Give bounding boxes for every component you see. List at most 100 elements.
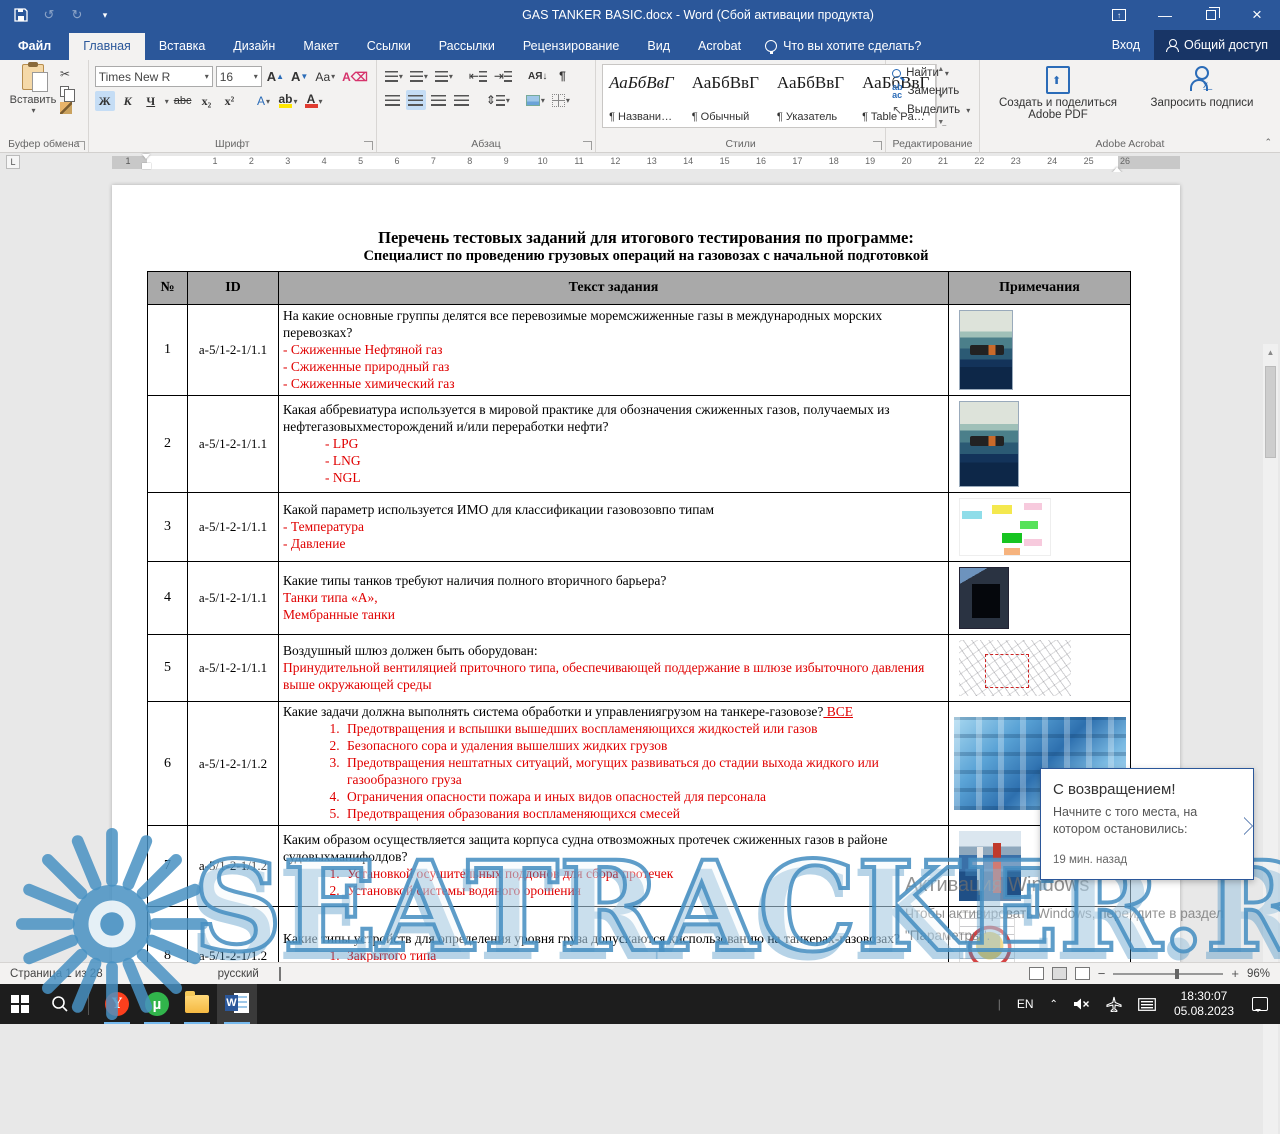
language-indicator[interactable]: русский bbox=[208, 968, 269, 980]
change-case-button[interactable]: Аа▾ bbox=[313, 67, 337, 87]
collapse-ribbon-icon[interactable]: ⌃ bbox=[1264, 137, 1272, 148]
line-spacing-icon[interactable]: ⇕▾ bbox=[484, 90, 512, 110]
welcome-back-popup[interactable]: С возвращением! Начните с того места, на… bbox=[1040, 768, 1254, 880]
font-color-button[interactable]: А▾ bbox=[303, 91, 325, 111]
customize-qat-icon[interactable]: ▾ bbox=[96, 6, 114, 24]
ribbon-display-options-icon[interactable]: ↑ bbox=[1096, 0, 1142, 30]
font-dialog-launcher-icon[interactable] bbox=[364, 141, 373, 150]
airplane-mode-icon[interactable] bbox=[1100, 984, 1128, 1024]
cut-icon[interactable]: ✂ bbox=[60, 67, 72, 81]
redo-icon[interactable]: ↻ bbox=[68, 6, 86, 24]
question-cell[interactable]: Каким образом осуществляется защита корп… bbox=[279, 826, 949, 907]
style-normal[interactable]: АаБбВвГ ¶ Обычный bbox=[692, 69, 759, 123]
scroll-up-icon[interactable]: ▲ bbox=[1263, 344, 1278, 360]
start-button[interactable] bbox=[0, 984, 40, 1024]
question-cell[interactable]: На какие основные группы делятся все пер… bbox=[279, 305, 949, 396]
question-cell[interactable]: Какая аббревиатура используется в мирово… bbox=[279, 396, 949, 493]
utorrent-icon[interactable]: µ bbox=[137, 984, 177, 1024]
word-taskbar-icon[interactable]: W bbox=[217, 984, 257, 1024]
save-icon[interactable] bbox=[12, 6, 30, 24]
tell-me-box[interactable]: Что вы хотите сделать? bbox=[755, 33, 931, 60]
tab-layout[interactable]: Макет bbox=[289, 33, 352, 60]
clock[interactable]: 18:30:07 05.08.2023 bbox=[1166, 989, 1242, 1019]
tab-file[interactable]: Файл bbox=[0, 33, 69, 60]
shading-icon[interactable]: ▾ bbox=[524, 90, 547, 110]
tab-home[interactable]: Главная bbox=[69, 33, 145, 60]
clipboard-dialog-launcher-icon[interactable] bbox=[76, 141, 85, 150]
align-center-icon[interactable] bbox=[406, 90, 426, 110]
minimize-button[interactable]: — bbox=[1142, 0, 1188, 30]
font-name-combo[interactable]: Times New R▾ bbox=[95, 66, 213, 87]
tab-acrobat[interactable]: Acrobat bbox=[684, 33, 755, 60]
tab-references[interactable]: Ссылки bbox=[353, 33, 425, 60]
scrollbar-thumb[interactable] bbox=[1265, 366, 1276, 458]
indent-marker[interactable] bbox=[142, 154, 151, 170]
grow-font-button[interactable]: А▲ bbox=[265, 67, 286, 87]
tab-insert[interactable]: Вставка bbox=[145, 33, 219, 60]
align-left-icon[interactable] bbox=[383, 90, 403, 110]
bullet-list-icon[interactable]: ▾ bbox=[383, 66, 405, 86]
proofing-icon[interactable] bbox=[269, 968, 291, 980]
shrink-font-button[interactable]: А▼ bbox=[289, 67, 310, 87]
style-index[interactable]: АаБбВвГ ¶ Указатель bbox=[777, 69, 844, 123]
zoom-level[interactable]: 96% bbox=[1247, 968, 1270, 980]
font-size-combo[interactable]: 16▾ bbox=[216, 66, 262, 87]
hidden-icons-chevron[interactable]: ⌃ bbox=[1044, 984, 1064, 1024]
styles-dialog-launcher-icon[interactable] bbox=[873, 141, 882, 150]
show-marks-icon[interactable]: ¶ bbox=[552, 66, 572, 86]
paste-button[interactable]: Вставить ▾ bbox=[6, 64, 60, 115]
italic-button[interactable]: К bbox=[118, 91, 138, 111]
input-language-indicator[interactable]: EN bbox=[1011, 984, 1040, 1024]
highlight-color-button[interactable]: ab▾ bbox=[276, 91, 299, 111]
borders-icon[interactable]: ▾ bbox=[550, 90, 572, 110]
paragraph-dialog-launcher-icon[interactable] bbox=[583, 141, 592, 150]
select-button[interactable]: ↖Выделить▾ bbox=[892, 103, 973, 117]
taskbar-search-icon[interactable] bbox=[40, 984, 80, 1024]
tab-design[interactable]: Дизайн bbox=[219, 33, 289, 60]
request-signatures-button[interactable]: Запросить подписи bbox=[1138, 66, 1266, 121]
style-title[interactable]: АаБбВвГ ¶ Названи… bbox=[609, 69, 674, 123]
find-button[interactable]: Найти▾ bbox=[892, 67, 973, 79]
increase-indent-icon[interactable]: ⇥ bbox=[492, 66, 514, 86]
strikethrough-button[interactable]: abc bbox=[172, 91, 194, 111]
underline-button[interactable]: Ч bbox=[141, 91, 161, 111]
question-cell[interactable]: Какие типы танков требуют наличия полног… bbox=[279, 562, 949, 635]
text-effects-button[interactable]: А▾ bbox=[253, 91, 273, 111]
clear-formatting-icon[interactable]: А⌫ bbox=[340, 67, 370, 87]
close-button[interactable]: × bbox=[1234, 0, 1280, 30]
sign-in-button[interactable]: Вход bbox=[1098, 38, 1154, 52]
read-mode-icon[interactable] bbox=[1029, 967, 1044, 980]
justify-icon[interactable] bbox=[452, 90, 472, 110]
horizontal-ruler[interactable]: 1234567891011121314151617181920212223242… bbox=[0, 153, 1280, 172]
format-painter-icon[interactable] bbox=[60, 101, 72, 115]
multilevel-list-icon[interactable]: ▾ bbox=[433, 66, 455, 86]
decrease-indent-icon[interactable]: ⇤ bbox=[467, 66, 489, 86]
question-cell[interactable]: Какие задачи должна выполнять система об… bbox=[279, 702, 949, 826]
bold-button[interactable]: Ж bbox=[95, 91, 115, 111]
tab-mailings[interactable]: Рассылки bbox=[425, 33, 509, 60]
popup-time-ago[interactable]: 19 мин. назад bbox=[1053, 854, 1241, 866]
create-pdf-button[interactable]: Создать и поделиться Adobe PDF bbox=[994, 66, 1122, 121]
touch-keyboard-icon[interactable] bbox=[1132, 984, 1162, 1024]
tab-review[interactable]: Рецензирование bbox=[509, 33, 634, 60]
action-center-icon[interactable] bbox=[1246, 984, 1274, 1024]
tab-view[interactable]: Вид bbox=[633, 33, 684, 60]
copy-icon[interactable] bbox=[60, 84, 72, 98]
restore-button[interactable] bbox=[1188, 0, 1234, 30]
document-page[interactable]: Перечень тестовых заданий для итогового … bbox=[112, 185, 1180, 975]
web-layout-icon[interactable] bbox=[1075, 967, 1090, 980]
zoom-out-icon[interactable]: − bbox=[1098, 966, 1106, 981]
zoom-in-icon[interactable]: + bbox=[1231, 966, 1239, 981]
file-explorer-icon[interactable] bbox=[177, 984, 217, 1024]
numbered-list-icon[interactable]: ▾ bbox=[408, 66, 430, 86]
tab-stop-selector[interactable]: L bbox=[6, 155, 20, 169]
share-button[interactable]: Общий доступ bbox=[1154, 30, 1280, 60]
question-cell[interactable]: Воздушный шлюз должен быть оборудован:Пр… bbox=[279, 635, 949, 702]
zoom-slider[interactable] bbox=[1113, 973, 1223, 975]
page-indicator[interactable]: Страница 1 из 28 bbox=[0, 968, 113, 980]
align-right-icon[interactable] bbox=[429, 90, 449, 110]
yandex-browser-icon[interactable]: Y bbox=[97, 984, 137, 1024]
undo-icon[interactable]: ↺ bbox=[40, 6, 58, 24]
question-cell[interactable]: Какой параметр используется ИМО для клас… bbox=[279, 493, 949, 562]
superscript-button[interactable]: x² bbox=[219, 91, 239, 111]
